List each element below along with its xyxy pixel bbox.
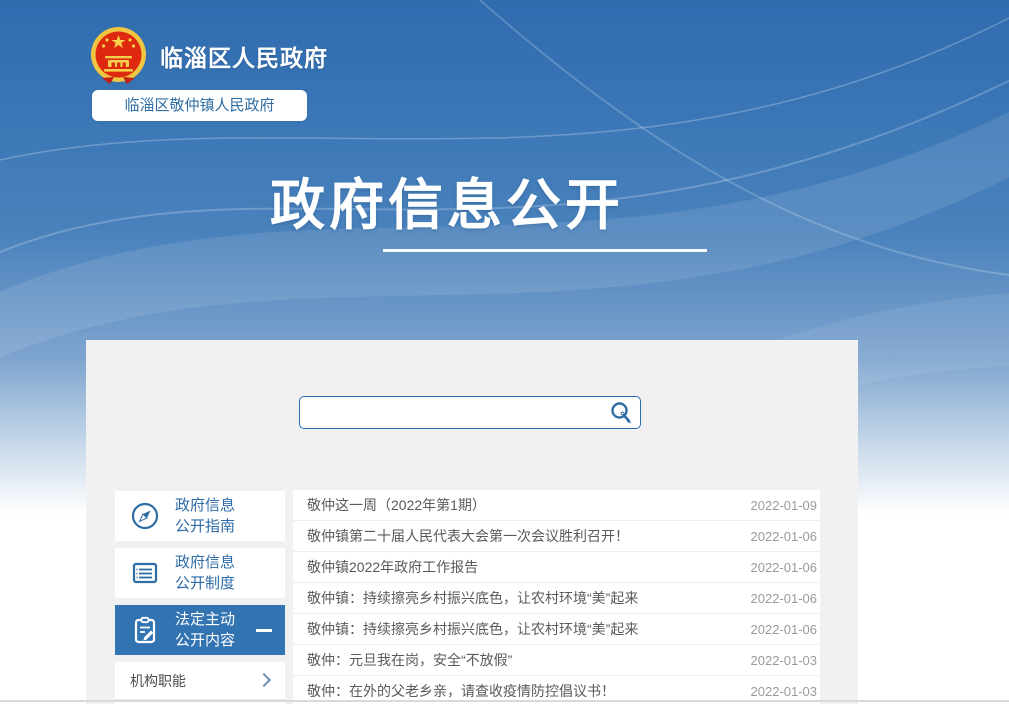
news-title: 敬仲：元旦我在岗，安全“不放假”	[293, 650, 751, 670]
sidebar-item-label: 政府信息 公开指南	[175, 495, 235, 537]
list-item[interactable]: 敬仲镇：持续擦亮乡村振兴底色，让农村环境“美”起来 2022-01-06	[293, 614, 820, 645]
chevron-right-icon	[257, 673, 271, 687]
news-date: 2022-01-03	[751, 653, 821, 668]
sidebar-subitem-agency-functions[interactable]: 机构职能	[115, 662, 285, 700]
list-item[interactable]: 敬仲：元旦我在岗，安全“不放假” 2022-01-03	[293, 645, 820, 676]
news-title: 敬仲镇第二十届人民代表大会第一次会议胜利召开！	[293, 526, 751, 546]
search-button[interactable]	[608, 400, 634, 426]
title-underline	[383, 249, 707, 252]
national-emblem-icon	[90, 26, 147, 86]
search-input[interactable]	[308, 398, 602, 429]
sidebar-item-system[interactable]: 政府信息 公开制度	[115, 548, 285, 598]
sidebar-item-statutory-disclosure[interactable]: 法定主动 公开内容	[115, 605, 285, 655]
news-title: 敬仲：在外的父老乡亲，请查收疫情防控倡议书！	[293, 681, 751, 701]
list-item[interactable]: 敬仲镇2022年政府工作报告 2022-01-06	[293, 552, 820, 583]
list-item[interactable]: 敬仲镇：持续擦亮乡村振兴底色，让农村环境“美”起来 2022-01-06	[293, 583, 820, 614]
news-title: 敬仲这一周（2022年第1期）	[293, 495, 751, 515]
list-item[interactable]: 敬仲镇第二十届人民代表大会第一次会议胜利召开！ 2022-01-06	[293, 521, 820, 552]
news-date: 2022-01-06	[751, 622, 821, 637]
sub-gov-button[interactable]: 临淄区敬仲镇人民政府	[92, 90, 307, 121]
content-panel: 政府信息 公开指南 政府信息	[86, 340, 858, 704]
sidebar-item-label: 法定主动 公开内容	[175, 609, 235, 651]
news-title: 敬仲镇：持续擦亮乡村振兴底色，让农村环境“美”起来	[293, 588, 751, 608]
news-date: 2022-01-06	[751, 529, 821, 544]
news-title: 敬仲镇2022年政府工作报告	[293, 557, 751, 577]
news-list: 敬仲这一周（2022年第1期） 2022-01-09 敬仲镇第二十届人民代表大会…	[293, 490, 820, 704]
gov-name: 临淄区人民政府	[160, 39, 328, 73]
sidebar-subitem-label: 机构职能	[130, 671, 186, 691]
list-item[interactable]: 敬仲这一周（2022年第1期） 2022-01-09	[293, 490, 820, 521]
sidebar-item-guide[interactable]: 政府信息 公开指南	[115, 491, 285, 541]
news-title: 敬仲镇：持续擦亮乡村振兴底色，让农村环境“美”起来	[293, 619, 751, 639]
search-icon	[608, 400, 634, 426]
news-date: 2022-01-09	[751, 498, 821, 513]
sidebar-item-label: 政府信息 公开制度	[175, 552, 235, 594]
news-date: 2022-01-03	[751, 684, 821, 699]
clipboard-pencil-icon	[129, 615, 161, 645]
bottom-scroll-edge	[0, 700, 1009, 702]
search-box	[299, 396, 641, 429]
site-logo-link[interactable]: 临淄区人民政府	[90, 26, 328, 86]
document-icon	[129, 558, 161, 588]
page: 临淄区人民政府 临淄区敬仲镇人民政府 政府信息公开	[0, 0, 1009, 704]
news-date: 2022-01-06	[751, 560, 821, 575]
collapse-minus-icon	[256, 629, 272, 632]
page-title: 政府信息公开	[270, 160, 624, 240]
news-date: 2022-01-06	[751, 591, 821, 606]
sidebar: 政府信息 公开指南 政府信息	[115, 491, 285, 704]
compass-icon	[129, 501, 161, 531]
